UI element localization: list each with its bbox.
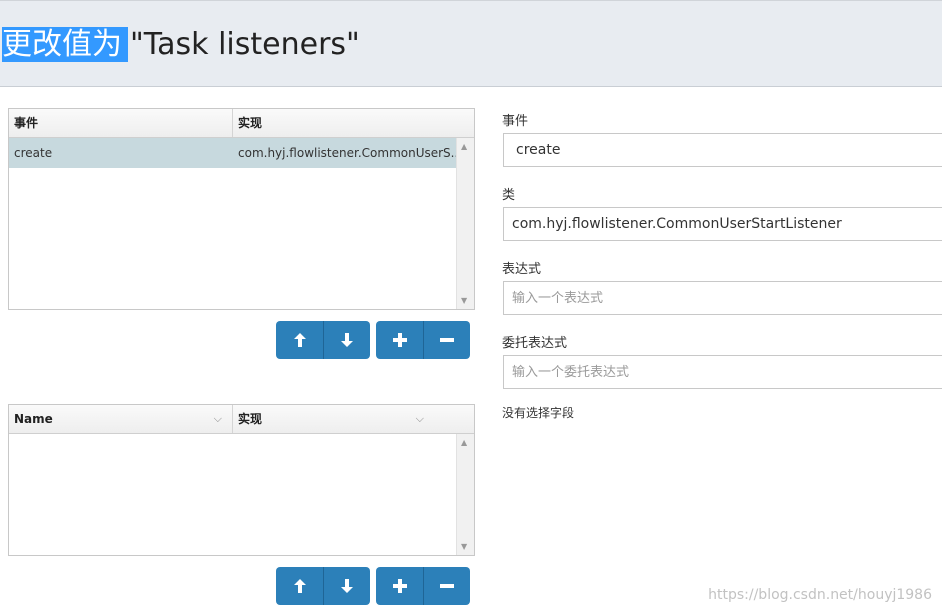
- column-header-implementation-label: 实现: [238, 412, 263, 426]
- add-listener-button[interactable]: [376, 321, 423, 359]
- arrow-up-icon: [293, 333, 306, 347]
- arrow-up-icon: [293, 579, 306, 593]
- dialog-header: 更改值为 "Task listeners": [0, 0, 942, 87]
- row-event-cell: create: [14, 146, 53, 160]
- fields-grid-scrollbar[interactable]: ▲ ▼: [456, 434, 474, 555]
- scroll-up-icon[interactable]: ▲: [461, 142, 467, 151]
- listeners-grid-scrollbar[interactable]: ▲ ▼: [456, 138, 474, 309]
- listeners-order-buttons: [276, 321, 370, 359]
- add-field-button[interactable]: [376, 567, 423, 605]
- fields-grid-header: Name ⌵ 实现 ⌵: [9, 405, 474, 434]
- column-header-name-label: Name: [14, 412, 53, 426]
- fields-order-buttons: [276, 567, 370, 605]
- scroll-down-icon[interactable]: ▼: [461, 542, 467, 551]
- expression-label: 表达式: [502, 262, 542, 277]
- watermark: https://blog.csdn.net/houyj1986: [708, 587, 932, 603]
- remove-field-button[interactable]: [423, 567, 470, 605]
- move-down-button[interactable]: [323, 321, 370, 359]
- listeners-grid: 事件 实现 create com.hyj.flowlistener.Common…: [8, 108, 475, 310]
- move-down-button[interactable]: [323, 567, 370, 605]
- title-text: "Task listeners": [130, 27, 360, 62]
- move-up-button[interactable]: [276, 321, 323, 359]
- event-label: 事件: [502, 114, 529, 129]
- title-highlight: 更改值为: [2, 27, 128, 62]
- expression-input[interactable]: [503, 281, 942, 315]
- row-implementation-cell: com.hyj.flowlistener.CommonUserS...: [238, 146, 457, 160]
- column-header-name[interactable]: Name ⌵: [9, 405, 233, 433]
- listeners-grid-header: 事件 实现: [9, 109, 474, 138]
- class-input[interactable]: [503, 207, 942, 241]
- table-row[interactable]: create com.hyj.flowlistener.CommonUserS.…: [9, 138, 457, 168]
- column-header-implementation[interactable]: 实现: [233, 109, 474, 137]
- listeners-edit-buttons: [376, 321, 470, 359]
- chevron-down-icon[interactable]: ⌵: [214, 405, 222, 433]
- plus-icon: [392, 333, 407, 347]
- column-header-event[interactable]: 事件: [9, 109, 233, 137]
- no-field-selected-text: 没有选择字段: [502, 406, 575, 420]
- delegate-expression-input[interactable]: [503, 355, 942, 389]
- remove-listener-button[interactable]: [423, 321, 470, 359]
- plus-icon: [392, 579, 407, 593]
- arrow-down-icon: [341, 333, 353, 347]
- scroll-down-icon[interactable]: ▼: [461, 296, 467, 305]
- scroll-up-icon[interactable]: ▲: [461, 438, 467, 447]
- minus-icon: [440, 584, 454, 588]
- minus-icon: [440, 338, 454, 342]
- class-label: 类: [502, 188, 516, 203]
- chevron-down-icon[interactable]: ⌵: [416, 405, 424, 433]
- event-input[interactable]: [503, 133, 942, 167]
- column-header-implementation[interactable]: 实现 ⌵: [233, 405, 474, 433]
- move-up-button[interactable]: [276, 567, 323, 605]
- delegate-expression-label: 委托表达式: [502, 336, 568, 351]
- fields-edit-buttons: [376, 567, 470, 605]
- dialog-title: 更改值为 "Task listeners": [2, 25, 360, 65]
- arrow-down-icon: [341, 579, 353, 593]
- fields-grid: Name ⌵ 实现 ⌵ ▲ ▼: [8, 404, 475, 556]
